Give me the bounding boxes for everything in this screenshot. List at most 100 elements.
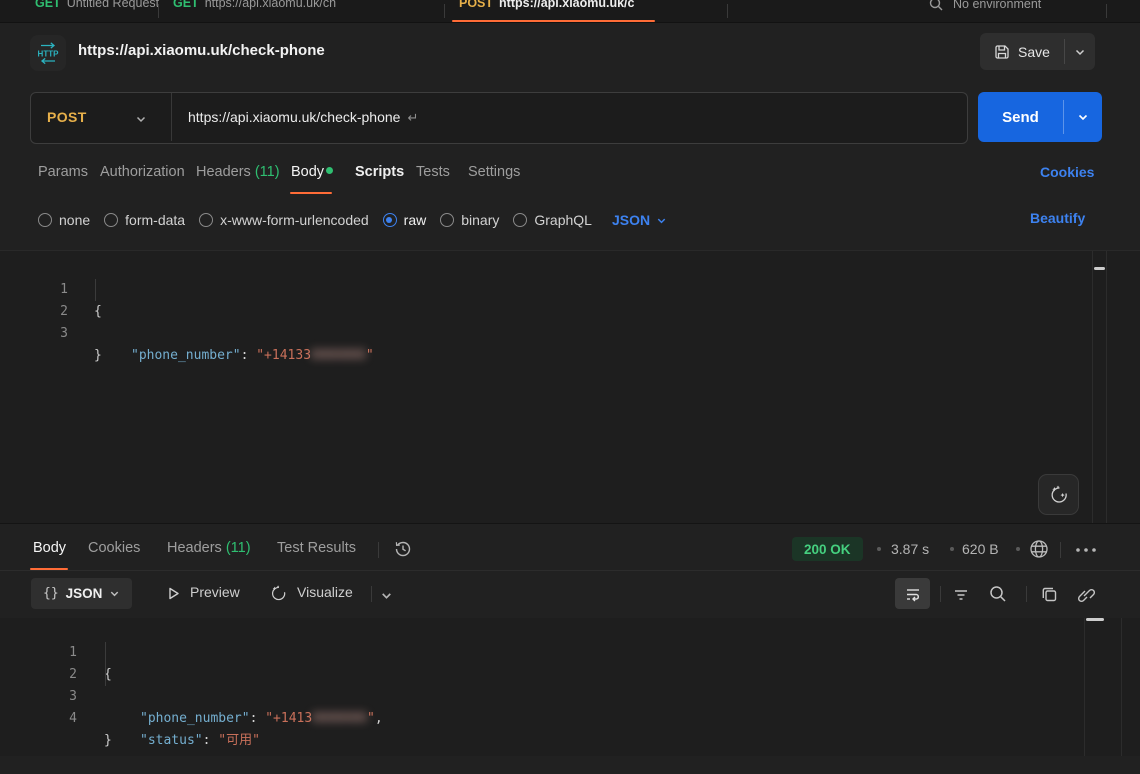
request-body-editor[interactable]: 1 { 2 "phone_number": "+141330000000" 3 … xyxy=(0,250,1140,524)
response-tab-cookies[interactable]: Cookies xyxy=(88,540,140,556)
tab-params[interactable]: Params xyxy=(38,164,88,180)
tab-scripts[interactable]: Scripts xyxy=(355,164,404,180)
tab-divider xyxy=(727,4,728,18)
method-selector[interactable]: POST xyxy=(47,109,87,125)
response-size: 620 B xyxy=(962,541,999,557)
indent-guide xyxy=(105,664,106,686)
json-value: " xyxy=(366,348,374,363)
preview-button[interactable]: Preview xyxy=(190,584,240,600)
radio-raw[interactable]: raw xyxy=(383,212,427,228)
preview-play-icon[interactable] xyxy=(166,586,181,601)
divider xyxy=(1060,542,1061,558)
code-line: 2 "phone_number": "+14130000000", xyxy=(0,642,1100,664)
tab-headers-label: Headers xyxy=(196,164,251,180)
token-group: "phone_number": "+141330000000" xyxy=(131,345,374,367)
response-tab-test-results[interactable]: Test Results xyxy=(277,540,356,556)
beautify-link[interactable]: Beautify xyxy=(1030,210,1085,226)
tab-body[interactable]: Body xyxy=(291,164,324,180)
send-button[interactable]: Send xyxy=(978,92,1063,142)
url-value: https://api.xiaomu.uk/check-phone xyxy=(188,109,400,125)
method-chevron-down-icon[interactable] xyxy=(135,113,147,125)
tab-settings[interactable]: Settings xyxy=(468,164,520,180)
token-group: "status": "可用" xyxy=(140,730,260,752)
request-tab-untitled[interactable]: GETUntitled Request xyxy=(35,0,159,15)
response-format-selector[interactable]: {} JSON xyxy=(31,578,132,609)
code-line: 4 } xyxy=(0,686,1100,708)
radio-urlencoded[interactable]: x-www-form-urlencoded xyxy=(199,212,369,228)
search-icon[interactable] xyxy=(928,0,944,12)
postbot-button[interactable] xyxy=(1038,474,1079,515)
radio-circle xyxy=(38,213,52,227)
wrap-text-button[interactable] xyxy=(895,578,930,609)
link-icon[interactable] xyxy=(1076,585,1095,604)
save-options-button[interactable] xyxy=(1065,33,1095,70)
radio-label: none xyxy=(59,212,90,228)
request-title: https://api.xiaomu.uk/check-phone xyxy=(78,42,325,59)
response-tab-body[interactable]: Body xyxy=(33,540,66,556)
visualize-sparkle-icon[interactable] xyxy=(269,584,288,603)
active-request-tab-underline xyxy=(290,192,332,194)
chevron-down-icon xyxy=(109,588,120,599)
radio-label: raw xyxy=(404,212,427,228)
wrap-text-icon xyxy=(904,585,922,603)
format-selector[interactable]: JSON xyxy=(612,212,667,228)
scrollbar-gutter xyxy=(1084,618,1085,756)
copy-icon[interactable] xyxy=(1040,585,1059,604)
tab-headers[interactable]: Headers (11) xyxy=(196,164,280,180)
radio-graphql[interactable]: GraphQL xyxy=(513,212,592,228)
save-button[interactable]: Save xyxy=(980,33,1064,70)
request-tab-2[interactable]: GEThttps://api.xiaomu.uk/ch xyxy=(173,0,336,15)
more-options-icon[interactable] xyxy=(1074,546,1098,554)
response-tab-headers[interactable]: Headers (11) xyxy=(167,540,251,556)
section-divider[interactable] xyxy=(0,523,1140,524)
save-icon xyxy=(994,44,1010,60)
url-input[interactable]: https://api.xiaomu.uk/check-phone↵ xyxy=(188,109,418,126)
radio-label: GraphQL xyxy=(534,212,592,228)
divider xyxy=(371,586,372,602)
json-key: "phone_number" xyxy=(140,711,250,726)
redacted-value: 0000000 xyxy=(312,711,367,726)
tab-label: https://api.xiaomu.uk/ch xyxy=(205,0,336,10)
send-button-group: Send xyxy=(978,92,1102,142)
headers-count: (11) xyxy=(255,164,280,180)
json-value: "+14133 xyxy=(256,348,311,363)
code-line: 3 "status": "可用" xyxy=(0,664,1100,686)
method-badge-get: GET xyxy=(35,0,61,10)
send-options-button[interactable] xyxy=(1064,92,1102,142)
request-tab-active[interactable]: POSThttps://api.xiaomu.uk/c xyxy=(459,0,634,15)
filter-icon[interactable] xyxy=(952,586,970,604)
cookies-link[interactable]: Cookies xyxy=(1040,164,1094,180)
url-divider xyxy=(171,93,172,141)
svg-text:HTTP: HTTP xyxy=(38,50,60,59)
save-label: Save xyxy=(1018,44,1050,60)
response-body-viewer[interactable]: 1 { 2 "phone_number": "+14130000000", 3 … xyxy=(0,618,1140,756)
history-icon[interactable] xyxy=(393,539,413,559)
code-line: 1 { xyxy=(0,620,1100,642)
scrollbar-thumb[interactable] xyxy=(1094,267,1105,270)
radio-form-data[interactable]: form-data xyxy=(104,212,185,228)
topbar-divider xyxy=(1106,4,1107,18)
token: } xyxy=(104,730,112,752)
radio-label: form-data xyxy=(125,212,185,228)
body-modified-dot xyxy=(326,167,333,174)
radio-circle xyxy=(104,213,118,227)
sparkle-ai-icon xyxy=(1048,484,1070,506)
divider xyxy=(1026,586,1027,602)
tab-authorization[interactable]: Authorization xyxy=(100,164,185,180)
token: , xyxy=(375,711,383,726)
tab-tests[interactable]: Tests xyxy=(416,164,450,180)
json-value: " xyxy=(367,711,375,726)
dot-separator xyxy=(877,547,881,551)
toolbar-chevron-down-icon[interactable] xyxy=(380,589,393,602)
visualize-button[interactable]: Visualize xyxy=(297,584,353,600)
radio-binary[interactable]: binary xyxy=(440,212,499,228)
scrollbar-thumb[interactable] xyxy=(1086,618,1104,621)
url-bar: POST https://api.xiaomu.uk/check-phone↵ xyxy=(30,92,968,144)
scrollbar-gutter xyxy=(1106,251,1107,524)
radio-none[interactable]: none xyxy=(38,212,90,228)
search-response-icon[interactable] xyxy=(988,584,1008,604)
radio-label: binary xyxy=(461,212,499,228)
environment-selector[interactable]: No environment xyxy=(953,0,1041,16)
radio-circle-selected xyxy=(383,213,397,227)
globe-network-icon[interactable] xyxy=(1028,538,1050,560)
